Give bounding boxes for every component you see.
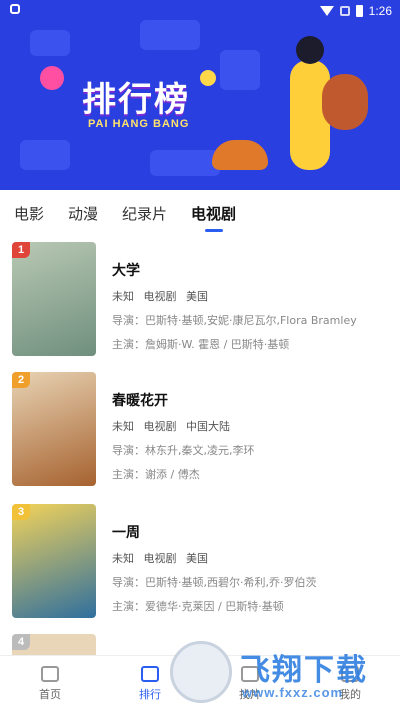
poster-image: 3 [12,504,96,618]
item-director: 导演：巴斯特·基顿,安妮·康尼瓦尔,Flora Bramley [112,314,357,327]
list-item[interactable]: 2 春暖花开 未知 电视剧 中国大陆 导演：林东升,秦文,凌元,李环 主演：谢添… [0,368,400,488]
watermark-brand: 飞翔下载 [240,653,368,688]
item-year: 未知 [112,420,134,433]
battery-icon [355,5,363,17]
item-type: 电视剧 [143,552,177,565]
item-meta: 未知 电视剧 中国大陆 [112,418,392,434]
banner-tile [150,150,220,176]
item-cast: 主演：谢添 / 傅杰 [112,468,200,481]
wifi-icon [319,6,334,16]
ranking-icon [141,665,159,682]
item-cast: 主演：詹姆斯·W. 霍恩 / 巴斯特·基顿 [112,338,290,351]
item-title: 一周 [112,525,140,541]
item-director: 导演：巴斯特·基顿,西碧尔·希利,乔·罗伯茨 [112,576,317,589]
item-region: 中国大陆 [186,420,230,433]
item-type: 电视剧 [143,290,177,303]
home-icon [41,665,59,682]
status-bar: 1:26 [0,0,400,22]
item-director: 导演：林东升,秦文,凌元,李环 [112,444,255,457]
poster-image: 1 [12,242,96,356]
sack-illustration [322,74,368,130]
rank-badge: 1 [12,242,30,258]
tab-anime[interactable]: 动漫 [68,203,98,224]
item-region: 美国 [186,290,208,303]
confetti-decoration [40,66,64,90]
item-title: 春暖花开 [112,393,168,409]
item-year: 未知 [112,290,134,303]
list-item[interactable]: 1 大学 未知 电视剧 美国 导演：巴斯特·基顿,安妮·康尼瓦尔,Flora B… [0,238,400,358]
nav-label: 排行 [139,687,161,701]
confetti-decoration [200,70,216,86]
item-meta: 未知 电视剧 美国 [112,288,392,304]
person-head [296,36,324,64]
rank-badge: 4 [12,634,30,650]
banner-tile [30,30,70,56]
item-year: 未知 [112,552,134,565]
banner-tile [220,50,260,90]
item-title: 大学 [112,263,140,279]
item-region: 美国 [186,552,208,565]
item-cast: 主演：爱德华·克莱因 / 巴斯特·基顿 [112,600,284,613]
item-type: 电视剧 [143,420,177,433]
banner-tile [20,140,70,170]
signal-icon [339,6,350,16]
app-status-icon [10,4,20,14]
banner-subtitle: PAI HANG BANG [88,118,190,130]
watermark-url: www.fxxz.com [242,685,344,700]
watermark-logo-icon [170,641,232,703]
category-tabs: 电影 动漫 纪录片 电视剧 [0,190,400,236]
rank-badge: 3 [12,504,30,520]
ranking-banner: 1:26 排行榜 PAI HANG BANG [0,0,400,190]
item-meta: 未知 电视剧 美国 [112,550,392,566]
poster-image: 2 [12,372,96,486]
tab-movie[interactable]: 电影 [14,203,44,224]
nav-home[interactable]: 首页 [0,656,100,711]
clock: 1:26 [368,4,392,18]
nav-label: 首页 [39,687,61,701]
list-item[interactable]: 3 一周 未知 电视剧 美国 导演：巴斯特·基顿,西碧尔·希利,乔·罗伯茨 主演… [0,500,400,620]
tab-tv-series[interactable]: 电视剧 [191,203,236,224]
tab-documentary[interactable]: 纪录片 [122,203,167,224]
watermark: 飞翔下载 www.fxxz.com [170,641,392,705]
rank-badge: 2 [12,372,30,388]
popcorn-bucket [212,140,268,170]
banner-title: 排行榜 [82,80,190,120]
banner-tile [140,20,200,50]
